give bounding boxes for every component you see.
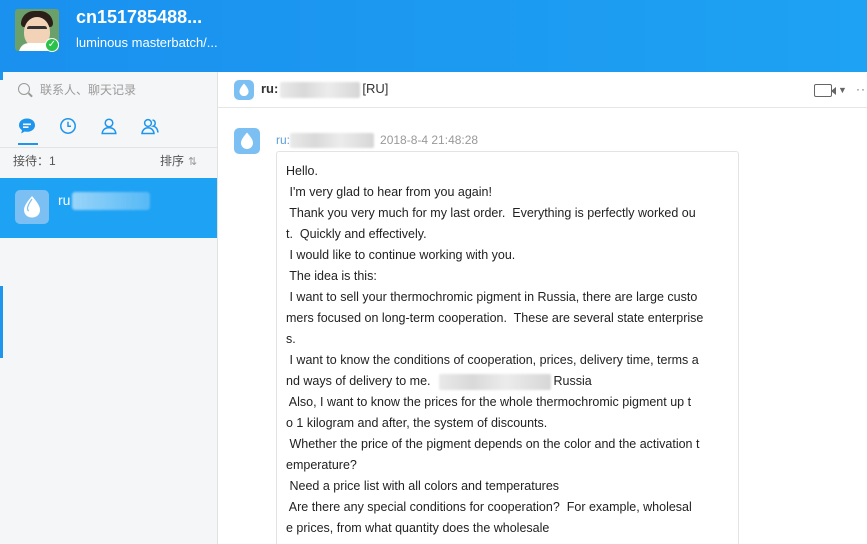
sort-button[interactable]: 排序 ⇅ <box>160 152 197 169</box>
app-header: ✓ cn151785488... luminous masterbatch/..… <box>0 0 867 72</box>
message-line: t. Quickly and effectively. <box>286 227 427 241</box>
redacted-name <box>290 133 375 149</box>
chat-header-avatar <box>234 80 254 100</box>
contact-item[interactable]: ru <box>0 178 217 238</box>
tab-chats[interactable] <box>17 116 41 140</box>
message-bubble: Hello. I'm very glad to hear from you ag… <box>276 151 739 544</box>
message-line-delivery: nd ways of delivery to me. Russia <box>286 371 730 392</box>
contact-name: ru <box>58 192 71 208</box>
message-timestamp: 2018-8-4 21:48:28 <box>380 133 479 147</box>
avatar-glasses <box>27 26 47 31</box>
sidebar: 接待：1 排序⇅ ru <box>0 72 218 544</box>
search-bar <box>0 72 217 108</box>
tab-recent[interactable] <box>58 116 82 140</box>
clock-icon <box>60 118 76 134</box>
message-line: The idea is this: <box>286 269 377 283</box>
sidebar-tabs <box>0 112 217 148</box>
chat-header: ru: [RU] ▼ ·· <box>218 72 867 108</box>
message-line: e prices, from what quantity does the wh… <box>286 521 550 535</box>
active-tab-indicator <box>18 143 38 145</box>
sort-icon: ⇅ <box>188 156 198 168</box>
profile-name[interactable]: cn151785488... <box>76 7 202 28</box>
redacted-name <box>280 81 361 98</box>
message-line: emperature? <box>286 458 357 472</box>
message-meta: ru: 2018-8-4 21:48:28 <box>276 133 479 149</box>
message-line: Thank you very much for my last order. E… <box>286 206 696 220</box>
waiting-count: 接待：1 <box>13 154 56 168</box>
redacted-text <box>438 373 551 390</box>
contact-avatar <box>15 190 49 224</box>
drop-icon <box>239 83 249 96</box>
message-line: I want to know the conditions of coopera… <box>286 353 699 367</box>
sidebar-edge-marker <box>0 286 3 358</box>
search-icon <box>18 83 30 95</box>
message-line: nd ways of delivery to me. <box>286 374 431 388</box>
message-line: s. <box>286 332 296 346</box>
tab-group[interactable] <box>140 116 164 140</box>
chat-title-suffix: [RU] <box>362 81 389 96</box>
message-line: I would like to continue working with yo… <box>286 248 516 262</box>
group-icon <box>141 118 159 135</box>
redacted-name <box>72 192 150 210</box>
chevron-down-icon[interactable]: ▼ <box>838 85 847 95</box>
message-line: Also, I want to know the prices for the … <box>286 395 692 409</box>
tab-contact[interactable] <box>99 116 123 140</box>
sender-avatar[interactable] <box>234 128 260 154</box>
profile-subtitle: luminous masterbatch/... <box>76 35 218 50</box>
message-sender: ru: <box>276 133 291 147</box>
video-call-icon[interactable] <box>814 84 836 97</box>
chat-title-prefix: ru: <box>261 81 279 96</box>
drop-icon <box>241 132 253 149</box>
message-line: I want to sell your thermochromic pigmen… <box>286 290 698 304</box>
message-line: I'm very glad to hear from you again! <box>286 185 492 199</box>
search-input[interactable] <box>40 81 205 99</box>
sort-label: 排序 <box>160 154 185 168</box>
chat-title: ru: [RU] <box>261 81 388 98</box>
more-icon[interactable]: ·· <box>856 82 866 96</box>
message-line: Hello. <box>286 164 318 178</box>
message-line: mers focused on long-term cooperation. T… <box>286 311 704 325</box>
message-line: Need a price list with all colors and te… <box>286 479 560 493</box>
sidebar-edge-marker <box>0 72 3 80</box>
message-line: Are there any special conditions for coo… <box>286 500 692 514</box>
drop-icon <box>24 196 40 218</box>
chat-bubble-icon <box>19 118 35 134</box>
message-line: o 1 kilogram and after, the system of di… <box>286 416 548 430</box>
verified-icon: ✓ <box>45 38 59 52</box>
person-icon <box>101 118 117 135</box>
message-line-tail: Russia <box>553 374 592 388</box>
message-line: Whether the price of the pigment depends… <box>286 437 700 451</box>
